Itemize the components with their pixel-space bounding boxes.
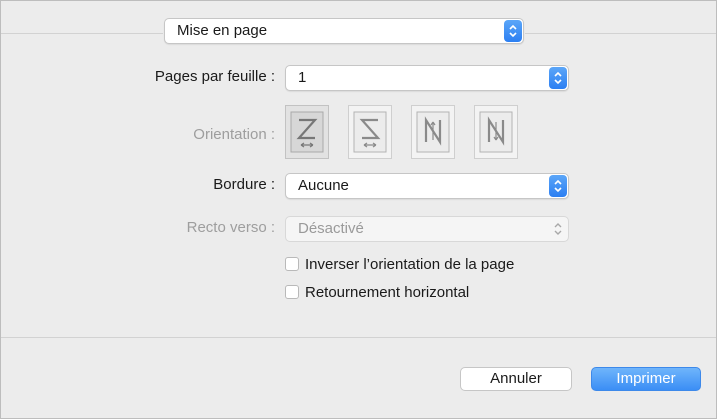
section-popup[interactable]: Mise en page (164, 18, 524, 44)
popup-stepper-icon (549, 67, 567, 89)
orientation-n-reverse-option[interactable] (411, 105, 455, 159)
popup-stepper-icon (504, 20, 522, 42)
orientation-label: Orientation : (193, 126, 275, 143)
orientation-z-option[interactable] (285, 105, 329, 159)
horizontal-flip-checkbox[interactable] (285, 285, 299, 299)
reverse-orientation-label: Inverser l’orientation de la page (305, 256, 515, 273)
layout-s-icon (353, 111, 387, 153)
print-dialog: Mise en page Pages par feuille : 1 Orien… (0, 0, 717, 419)
layout-z-icon (290, 111, 324, 153)
footer-divider (1, 337, 716, 338)
orientation-n-option[interactable] (474, 105, 518, 159)
popup-stepper-icon (549, 218, 567, 240)
reverse-orientation-checkbox[interactable] (285, 257, 299, 271)
duplex-label: Recto verso : (186, 219, 275, 236)
cancel-button[interactable]: Annuler (460, 367, 572, 391)
duplex-popup[interactable]: Désactivé (285, 216, 569, 242)
pages-per-sheet-value: 1 (298, 69, 307, 86)
reverse-orientation-option[interactable]: Inverser l’orientation de la page (285, 255, 585, 275)
divider-right (525, 33, 716, 34)
layout-n-reverse-icon (416, 111, 450, 153)
print-button[interactable]: Imprimer (591, 367, 701, 391)
horizontal-flip-label: Retournement horizontal (305, 284, 470, 301)
border-label: Bordure : (213, 176, 275, 193)
section-popup-value: Mise en page (177, 22, 268, 39)
pages-per-sheet-label: Pages par feuille : (154, 68, 275, 85)
border-value: Aucune (298, 177, 349, 194)
pages-per-sheet-popup[interactable]: 1 (285, 65, 569, 91)
horizontal-flip-option[interactable]: Retournement horizontal (285, 283, 585, 303)
orientation-s-option[interactable] (348, 105, 392, 159)
border-popup[interactable]: Aucune (285, 173, 569, 199)
divider-left (1, 33, 163, 34)
popup-stepper-icon (549, 175, 567, 197)
layout-n-icon (479, 111, 513, 153)
duplex-value: Désactivé (298, 220, 364, 237)
